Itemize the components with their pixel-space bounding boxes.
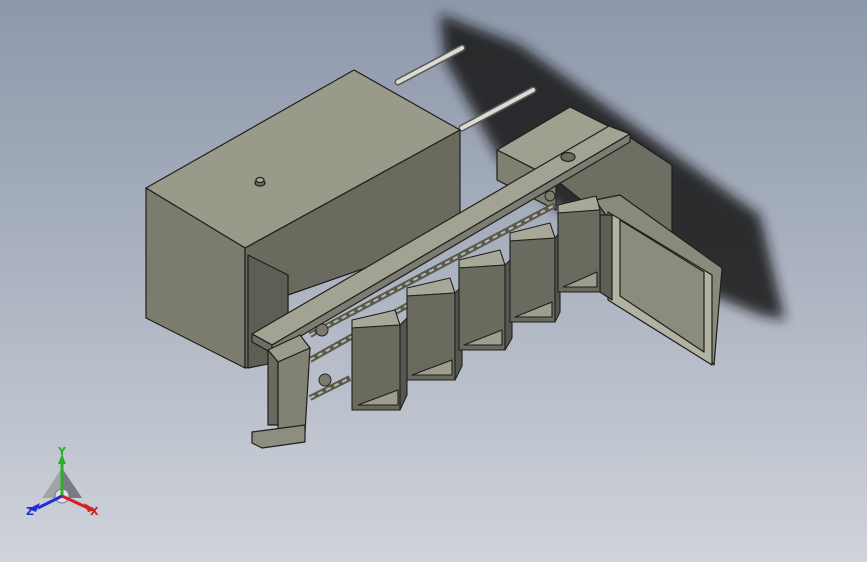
bucket[interactable] bbox=[351, 309, 408, 411]
y-axis-label: Y bbox=[58, 445, 66, 458]
cad-viewport[interactable]: Y X Z bbox=[0, 0, 867, 562]
bucket[interactable] bbox=[458, 249, 513, 351]
assembly-model[interactable] bbox=[0, 0, 867, 562]
z-axis-label: Z bbox=[26, 505, 34, 518]
orientation-triad[interactable]: Y X Z bbox=[22, 446, 112, 526]
bucket[interactable] bbox=[509, 222, 561, 323]
bucket[interactable] bbox=[406, 277, 463, 381]
x-axis-label: X bbox=[90, 505, 99, 518]
triad-graphic bbox=[28, 454, 96, 512]
rail-hole bbox=[560, 151, 576, 163]
bucket[interactable] bbox=[557, 195, 601, 293]
